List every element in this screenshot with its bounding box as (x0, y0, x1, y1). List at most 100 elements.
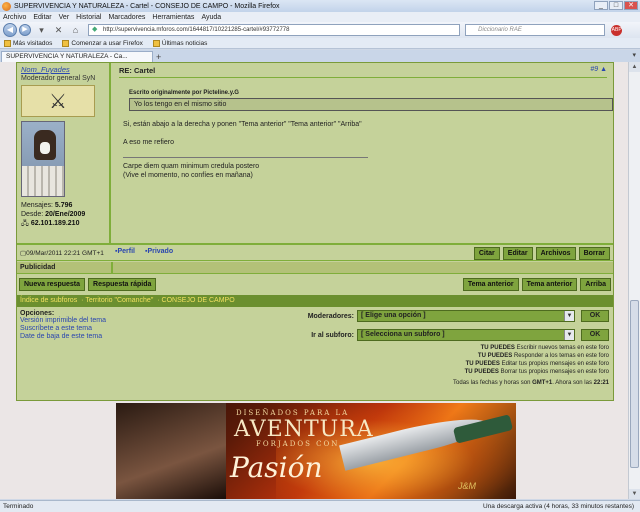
search-input[interactable]: Diccionario RAE (465, 24, 606, 36)
bookmark-item[interactable]: Más visitados (4, 39, 52, 47)
moderators-row: Moderadores: [ Elige una opción ] ▼ OK (308, 310, 609, 322)
scroll-up-icon[interactable]: ▲ (629, 62, 640, 72)
goto-ok-button[interactable]: OK (581, 329, 609, 341)
download-status[interactable]: Una descarga activa (4 horas, 33 minutos… (483, 501, 634, 512)
perm-b: TU PUEDES (477, 353, 513, 359)
status-bar: Terminado Una descarga activa (4 horas, … (0, 500, 640, 512)
hands-image (116, 403, 226, 499)
advertising-label: Publicidad (20, 264, 56, 271)
url-bar[interactable]: http://supervivencia.mforos.com/1644817/… (88, 24, 460, 36)
minimize-button[interactable]: _ (594, 1, 608, 10)
post-text-line: A eso me refiero (123, 139, 174, 146)
timezone-note: Todas las fechas y horas son GMT+1. Ahor… (453, 379, 609, 387)
private-message-link[interactable]: ▪Privado (145, 248, 177, 255)
bookmark-item[interactable]: Últimas noticias (152, 39, 208, 47)
banner-line-3: FORJADOS CON (256, 440, 340, 448)
quote-box: Yo los tengo en el mismo sitio (129, 98, 613, 111)
page-content: Nom_Fuyades Moderador general SyN ⚔ Mens… (0, 62, 628, 499)
tab-list-button[interactable]: ▾ (632, 51, 636, 59)
status-text: Terminado (3, 503, 34, 510)
crossed-knives-logo: ⚔ (21, 85, 95, 117)
menu-bar: Archivo Editar Ver Historial Marcadores … (0, 12, 640, 22)
quick-reply-button[interactable]: Respuesta rápida (88, 278, 157, 291)
back-button[interactable]: ◀ (3, 23, 17, 37)
mensajes-label: Mensajes: (21, 202, 53, 209)
vertical-scrollbar[interactable]: ▲ ▼ (628, 62, 640, 499)
post-title: RE: Cartel (119, 66, 156, 75)
ip-icon: 🖧 (21, 220, 29, 227)
private-label: Privado (147, 248, 174, 255)
scroll-down-icon[interactable]: ▼ (629, 489, 640, 499)
close-button[interactable]: ✕ (624, 1, 638, 10)
maximize-button[interactable]: □ (609, 1, 623, 10)
signature-divider (123, 157, 368, 158)
delete-button[interactable]: Borrar (578, 247, 610, 260)
post-body: RE: Cartel #9 ▲ Escrito originalmente po… (113, 63, 613, 243)
home-icon[interactable]: ⌂ (70, 25, 81, 36)
post-date: ▢09/Mar/2011 22:21 GMT+1 (20, 249, 104, 257)
current-time: 22:21 (593, 380, 609, 386)
menu-ver[interactable]: Ver (59, 14, 70, 21)
advertising-banner[interactable]: DISEÑADOS PARA LA AVENTURA FORJADOS CON … (116, 403, 516, 499)
profile-link[interactable]: ▪Perfil (115, 248, 139, 255)
previous-topic-button[interactable]: Tema anterior (462, 278, 519, 291)
menu-ayuda[interactable]: Ayuda (201, 14, 221, 21)
tz-text-2: . Ahora son las (552, 380, 592, 386)
tab-active[interactable]: SUPERVIVENCIA Y NATURALEZA - Ca... (1, 51, 153, 62)
breadcrumb-territory[interactable]: Territorio "Comanche" (85, 297, 153, 304)
post-date-text: 09/Mar/2011 22:21 GMT+1 (26, 250, 104, 257)
advertising-row: Publicidad (17, 262, 613, 274)
navigation-toolbar: ◀ ▶ ▾ ✕ ⌂ http://supervivencia.mforos.co… (0, 22, 640, 38)
quote-header: Escrito originalmente por Picteline.y.G (129, 90, 239, 96)
banner-line-2: AVENTURA (234, 417, 374, 442)
menu-marcadores[interactable]: Marcadores (108, 14, 145, 21)
username-link[interactable]: Nom_Fuyades (21, 65, 105, 74)
adblock-icon[interactable]: ABP (611, 24, 623, 36)
tz-text: Todas las fechas y horas son (453, 380, 531, 386)
perm-t: Editar tus propios mensajes en este foro (501, 361, 609, 367)
menu-historial[interactable]: Historial (76, 14, 101, 21)
breadcrumb-current[interactable]: CONSEJO DE CAMPO (162, 297, 235, 304)
permission-item: TU PUEDES Responder a los temas en este … (453, 352, 609, 360)
bookmark-label: Comenzar a usar Firefox (71, 39, 143, 47)
moderators-label: Moderadores: (307, 312, 354, 320)
quote-button[interactable]: Citar (473, 247, 500, 260)
profile-links: ▪Perfil ▪Privado (115, 248, 181, 255)
window-title: SUPERVIVENCIA Y NATURALEZA - Cartel - CO… (14, 2, 280, 10)
permissions-list: TU PUEDES Escribir nuevos temas en este … (453, 344, 609, 387)
menu-editar[interactable]: Editar (33, 14, 51, 21)
scroll-thumb[interactable] (630, 300, 639, 468)
stop-icon[interactable]: ✕ (53, 25, 64, 36)
bookmark-icon (152, 39, 160, 47)
menu-herramientas[interactable]: Herramientas (152, 14, 194, 21)
new-reply-button[interactable]: Nueva respuesta (19, 278, 86, 291)
bookmark-item[interactable]: Comenzar a usar Firefox (62, 39, 143, 47)
menu-archivo[interactable]: Archivo (3, 14, 26, 21)
goto-subforum-select-value: [ Selecciona un subforo ] (361, 331, 445, 338)
breadcrumb-index[interactable]: Índice de subforos (20, 297, 77, 304)
perm-t: Escribir nuevos temas en este foro (516, 345, 609, 351)
moderators-select[interactable]: [ Elige una opción ] ▼ (357, 310, 575, 322)
files-button[interactable]: Archivos (535, 247, 576, 260)
top-button[interactable]: Arriba (580, 278, 611, 291)
previous-topic-button-2[interactable]: Tema anterior (521, 278, 578, 291)
goto-subforum-select[interactable]: [ Selecciona un subforo ] ▼ (357, 329, 575, 341)
banner-brand-logo: J&M (458, 481, 476, 491)
permission-item: TU PUEDES Borrar tus propios mensajes en… (453, 368, 609, 376)
window-controls: _ □ ✕ (594, 1, 638, 10)
banner-line-4: Pasión (230, 451, 323, 484)
moderators-ok-button[interactable]: OK (581, 310, 609, 322)
post-number: #9 (590, 66, 599, 73)
post-number-link[interactable]: #9 ▲ (590, 66, 607, 75)
signature-line: (Vive el momento, no confíes en mañana) (123, 172, 253, 179)
thread-actions: Nueva respuesta Respuesta rápida Tema an… (17, 275, 613, 293)
new-tab-button[interactable]: + (156, 52, 161, 62)
user-stats: Mensajes: 5.796 Desde: 20/Ene/2009 🖧 62.1… (21, 201, 105, 228)
post-footer: ▢09/Mar/2011 22:21 GMT+1 ▪Perfil ▪Privad… (17, 243, 613, 261)
post-header: RE: Cartel #9 ▲ (119, 66, 607, 78)
bookmark-label: Últimas noticias (161, 39, 208, 47)
perm-b: TU PUEDES (480, 345, 515, 351)
edit-button[interactable]: Editar (502, 247, 533, 260)
forward-button[interactable]: ▶ (19, 24, 31, 36)
history-dropdown-icon[interactable]: ▾ (36, 25, 47, 36)
